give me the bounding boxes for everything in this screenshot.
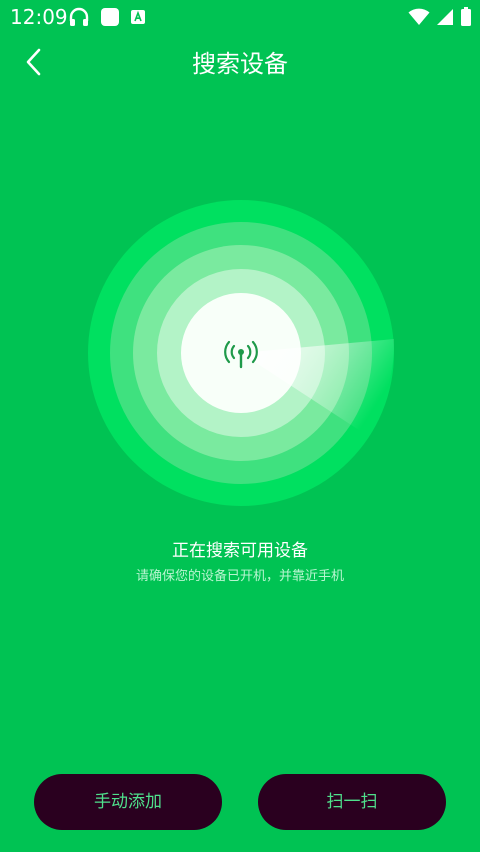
search-hint-text: 请确保您的设备已开机，并靠近手机 xyxy=(135,569,344,584)
manual-add-button[interactable]: 手动添加 xyxy=(34,774,222,830)
font-a-icon xyxy=(130,9,146,25)
status-bar: 12:09 xyxy=(0,0,480,34)
battery-icon xyxy=(460,7,472,27)
wifi-icon xyxy=(408,8,430,26)
page-title: 搜索设备 xyxy=(192,50,288,78)
status-notification-icons xyxy=(68,6,146,28)
status-time: 12:09 xyxy=(10,5,68,29)
status-system-icons xyxy=(408,6,472,28)
search-device-screen: 12:09 搜索设备 正在搜索可用设备 请确保您的设备已开机，并靠近手机 手动添… xyxy=(0,0,480,852)
cell-signal-icon xyxy=(436,8,454,26)
headset-icon xyxy=(68,7,90,27)
search-status-text: 正在搜索可用设备 xyxy=(172,541,308,561)
radar-scanner xyxy=(88,200,394,506)
app-square-icon xyxy=(100,7,120,27)
scan-button[interactable]: 扫一扫 xyxy=(258,774,446,830)
